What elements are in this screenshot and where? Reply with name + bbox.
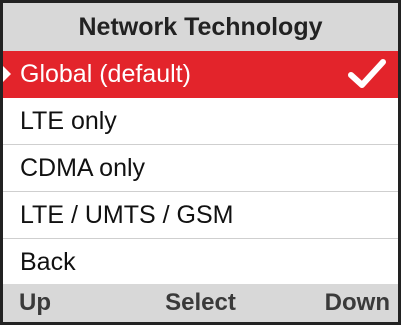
menu-item-label: LTE only xyxy=(20,106,117,135)
menu-item-label: Global (default) xyxy=(20,59,191,88)
softkey-bar: Up Select Down xyxy=(3,284,398,322)
pointer-arrow-icon xyxy=(3,66,11,82)
device-screen: Network Technology Global (default) LTE … xyxy=(0,0,401,325)
softkey-down[interactable]: Down xyxy=(325,289,390,317)
page-title: Network Technology xyxy=(3,3,398,51)
menu-item-lte-only[interactable]: LTE only xyxy=(3,98,398,145)
menu-item-label: CDMA only xyxy=(20,153,146,182)
page-title-text: Network Technology xyxy=(78,12,323,41)
menu-item-back[interactable]: Back xyxy=(3,239,398,286)
menu-item-label: Back xyxy=(20,248,76,276)
checkmark-icon xyxy=(348,59,386,88)
menu-item-lte-umts-gsm[interactable]: LTE / UMTS / GSM xyxy=(3,192,398,239)
menu-item-global-default[interactable]: Global (default) xyxy=(3,51,398,98)
menu-item-label: LTE / UMTS / GSM xyxy=(20,200,234,229)
network-technology-menu: Global (default) LTE only CDMA only LTE … xyxy=(3,51,398,287)
menu-item-cdma-only[interactable]: CDMA only xyxy=(3,145,398,192)
softkey-up[interactable]: Up xyxy=(19,289,51,317)
softkey-select[interactable]: Select xyxy=(165,289,236,317)
